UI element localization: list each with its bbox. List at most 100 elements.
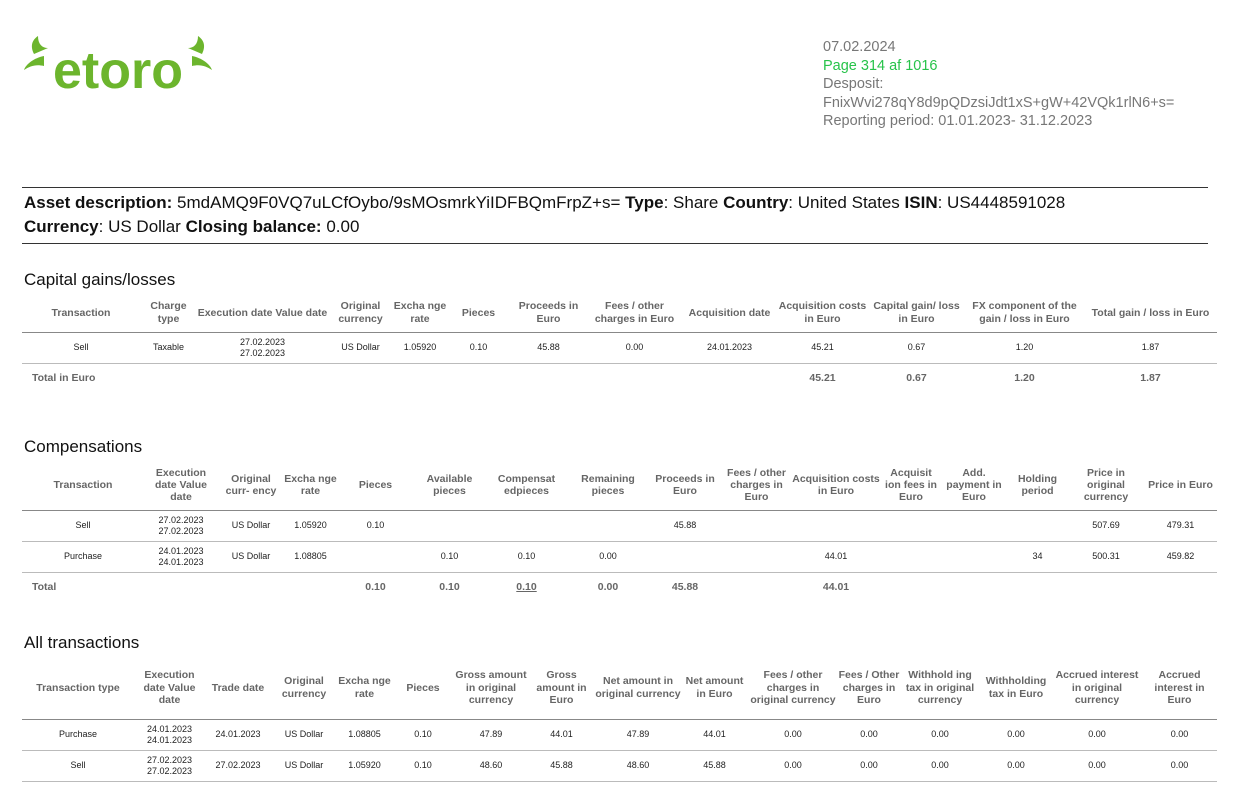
table-cell: 0.00 bbox=[1142, 719, 1217, 751]
total-cell: 0.10 bbox=[439, 581, 460, 593]
total-cell: 45.88 bbox=[671, 581, 699, 593]
total-cell: 45.21 bbox=[809, 372, 836, 384]
table-cell: 44.01 bbox=[791, 541, 881, 573]
comp-header-original-curr-ency: Original curr- ency bbox=[218, 461, 284, 511]
total-cell bbox=[140, 363, 197, 394]
asset-desc-label: Asset description: bbox=[24, 193, 173, 212]
table-cell: US Dollar bbox=[271, 750, 337, 782]
table-cell bbox=[941, 541, 1007, 573]
table-row: Purchase 24.01.2023 24.01.2023 US Dollar 1.… bbox=[22, 541, 1217, 573]
table-cell: US Dollar bbox=[271, 719, 337, 751]
report-date: 07.02.2024 bbox=[823, 39, 896, 55]
table-cell: 47.89 bbox=[595, 719, 681, 751]
comp-header-acquisit-ion-fees-in-euro: Acquisit ion fees in Euro bbox=[881, 461, 941, 511]
total-cell bbox=[447, 363, 510, 394]
table-cell: 0.00 bbox=[980, 719, 1052, 751]
all-header-net-amount-in-original-currency: Net amount in original currency bbox=[595, 657, 681, 720]
all-header-fees-other-charges-in-original-currency: Fees / other charges in original currenc… bbox=[748, 657, 838, 720]
table-row: Purchase 24.01.2023 24.01.2023 24.01.2023 U… bbox=[22, 719, 1217, 751]
table-cell: 0.00 bbox=[838, 750, 900, 782]
total-cell bbox=[881, 572, 941, 603]
total-cell: 0.00 bbox=[597, 581, 619, 593]
table-cell: 45.21 bbox=[777, 332, 868, 364]
comp-header-pieces: Pieces bbox=[337, 461, 414, 511]
isin-value: : US4448591028 bbox=[937, 193, 1066, 212]
table-cell: 0.00 bbox=[587, 332, 682, 364]
table-cell bbox=[722, 510, 791, 542]
all-header-pieces: Pieces bbox=[392, 657, 454, 720]
total-cell bbox=[328, 363, 393, 394]
all-header-accrued-interest-in-original-currency: Accrued interest in original currency bbox=[1052, 657, 1142, 720]
table-cell: 44.01 bbox=[528, 719, 595, 751]
table-cell: 48.60 bbox=[595, 750, 681, 782]
table-cell: 45.88 bbox=[510, 332, 587, 364]
table-cell bbox=[791, 510, 881, 542]
table-cell: 48.60 bbox=[454, 750, 528, 782]
comp-header-excha-nge-rate: Excha nge rate bbox=[284, 461, 337, 511]
table-cell: 1.05920 bbox=[284, 510, 337, 542]
comp-header-available-pieces: Available pieces bbox=[414, 461, 485, 511]
table-cell: 1.20 bbox=[965, 332, 1084, 364]
table-row: Sell Taxable 27.02.2023 27.02.2023 US Dolla… bbox=[22, 332, 1217, 364]
table-cell: 0.00 bbox=[1052, 750, 1142, 782]
comp-header-price-in-original-currency: Price in original currency bbox=[1068, 461, 1144, 511]
total-row: Total in Euro 45.21 0.67 1.20 1.87 bbox=[22, 363, 1217, 394]
table-cell bbox=[881, 541, 941, 573]
total-cell bbox=[144, 572, 218, 603]
capital-header-excha-nge-rate: Excha nge rate bbox=[393, 294, 447, 333]
table-cell: 0.00 bbox=[838, 719, 900, 751]
table-cell: 0.00 bbox=[1142, 750, 1217, 782]
comp-header-compensat-edpieces: Compensat edpieces bbox=[485, 461, 568, 511]
total-cell bbox=[510, 363, 587, 394]
table-cell: Sell bbox=[22, 750, 134, 782]
table-cell: 0.00 bbox=[1052, 719, 1142, 751]
table-cell: 0.10 bbox=[414, 541, 485, 573]
comp-header-execution-date-value-date: Execution date Value date bbox=[144, 461, 218, 511]
reporting-period: Reporting period: 01.01.2023- 31.12.2023 bbox=[823, 113, 1093, 130]
table-cell bbox=[941, 510, 1007, 542]
all-transactions-title: All transactions bbox=[24, 633, 140, 652]
table-cell: 0.67 bbox=[868, 332, 965, 364]
capital-header-fx-component-of-the-gain-loss-in-euro: FX component of the gain / loss in Euro bbox=[965, 294, 1084, 333]
deposit-id: FnixWvi278qY8d9pQDzsiJdt1xS+gW+42VQk1rlN… bbox=[823, 94, 1175, 111]
table-cell: 1.87 bbox=[1084, 332, 1217, 364]
total-cell: 44.01 bbox=[822, 581, 850, 593]
table-cell: US Dollar bbox=[328, 332, 393, 364]
currency-label: Currency bbox=[24, 217, 99, 236]
total-cell bbox=[197, 363, 328, 394]
capital-gains-title: Capital gains/losses bbox=[24, 270, 176, 289]
table-row: Sell 27.02.2023 27.02.2023 27.02.2023 US Do… bbox=[22, 750, 1217, 782]
closing-balance-value: 0.00 bbox=[326, 217, 360, 236]
all-header-execution-date-value-date: Execution date Value date bbox=[134, 657, 205, 720]
comp-header-add-payment-in-euro: Add. payment in Euro bbox=[941, 461, 1007, 511]
total-label: Total bbox=[32, 581, 57, 593]
table-cell: 0.00 bbox=[748, 719, 838, 751]
table-cell: 0.10 bbox=[337, 510, 414, 542]
total-cell bbox=[1144, 572, 1217, 603]
table-cell: 1.05920 bbox=[337, 750, 392, 782]
total-cell: 1.20 bbox=[1014, 372, 1035, 384]
total-cell bbox=[587, 363, 682, 394]
table-cell: 1.08805 bbox=[284, 541, 337, 573]
table-cell: 47.89 bbox=[454, 719, 528, 751]
type-value: : Share bbox=[663, 193, 719, 212]
all-header-accrued-interest-in-euro: Accrued interest in Euro bbox=[1142, 657, 1217, 720]
table-cell: 24.01.2023 24.01.2023 bbox=[144, 541, 218, 573]
capital-header-fees-other-charges-in-euro: Fees / other charges in Euro bbox=[587, 294, 682, 333]
comp-header-acquisition-costs-in-euro: Acquisition costs in Euro bbox=[791, 461, 881, 511]
table-cell: 45.88 bbox=[648, 510, 722, 542]
table-cell: 0.10 bbox=[447, 332, 510, 364]
table-cell: 27.02.2023 27.02.2023 bbox=[134, 750, 205, 782]
currency-value: : US Dollar bbox=[98, 217, 181, 236]
table-cell: 45.88 bbox=[681, 750, 748, 782]
capital-header-acquisition-date: Acquisition date bbox=[682, 294, 777, 333]
page-number: Page 314 af 1016 bbox=[823, 57, 938, 74]
table-cell bbox=[881, 510, 941, 542]
table-cell bbox=[1007, 510, 1068, 542]
total-cell: 0.10 bbox=[516, 581, 537, 593]
total-cell bbox=[393, 363, 447, 394]
country-label: Country bbox=[723, 193, 789, 212]
capital-gains-table: Transaction Charge type Execution date Val… bbox=[22, 294, 1217, 394]
capital-header-proceeds-in-euro: Proceeds in Euro bbox=[510, 294, 587, 333]
table-cell: 24.01.2023 bbox=[205, 719, 271, 751]
